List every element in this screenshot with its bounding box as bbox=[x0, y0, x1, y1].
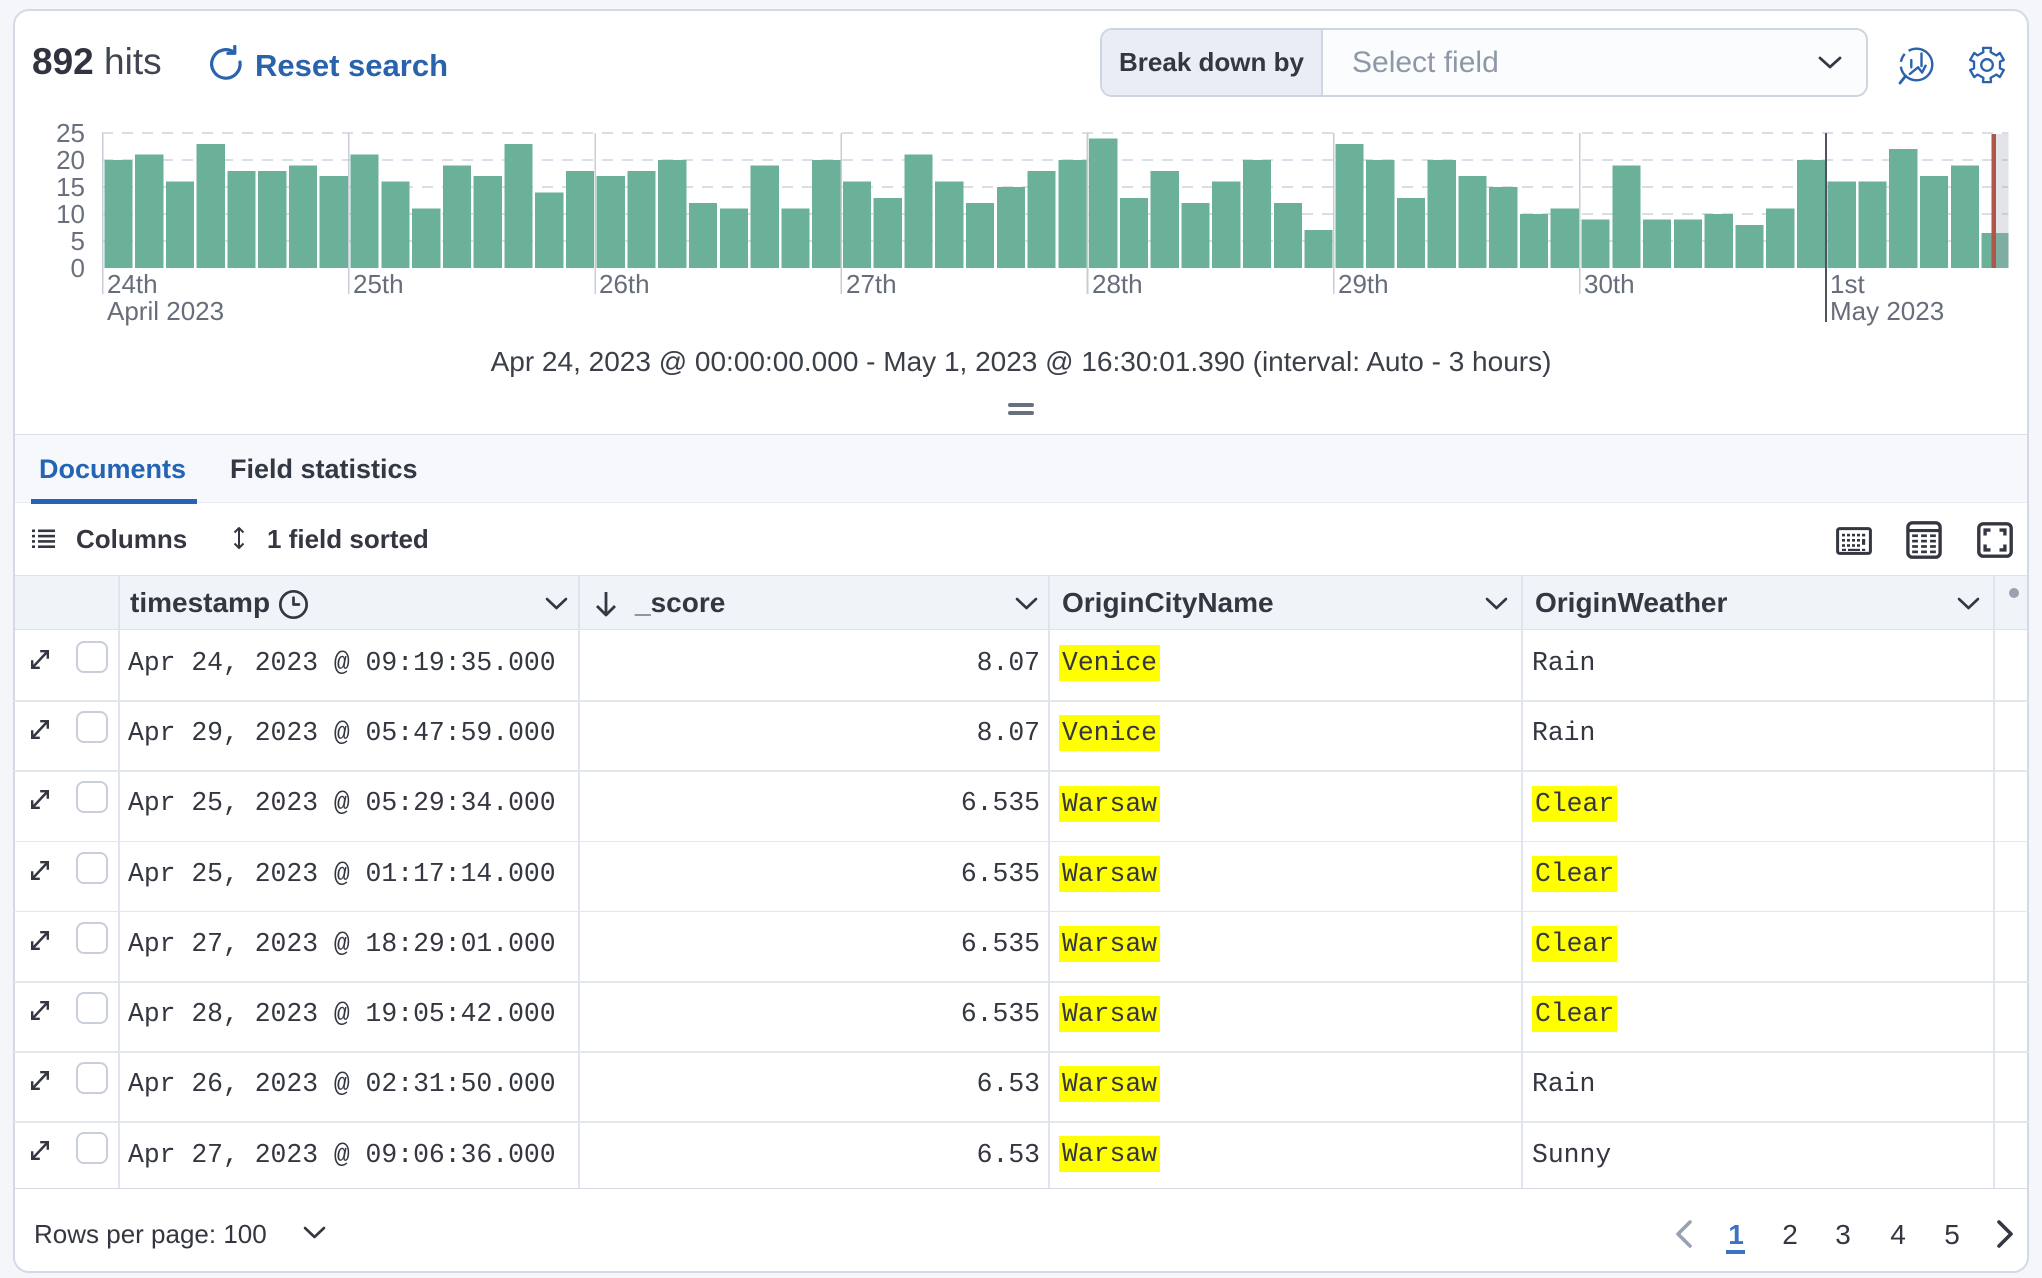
svg-text:20: 20 bbox=[56, 145, 85, 175]
svg-text:15: 15 bbox=[56, 172, 85, 202]
svg-text:5: 5 bbox=[71, 226, 85, 256]
svg-text:24th: 24th bbox=[107, 269, 158, 299]
svg-text:10: 10 bbox=[56, 199, 85, 229]
svg-text:25th: 25th bbox=[353, 269, 404, 299]
svg-text:30th: 30th bbox=[1584, 269, 1635, 299]
svg-text:May 2023: May 2023 bbox=[1830, 296, 1944, 326]
svg-text:April 2023: April 2023 bbox=[107, 296, 224, 326]
svg-text:27th: 27th bbox=[846, 269, 897, 299]
svg-text:0: 0 bbox=[71, 253, 85, 283]
svg-text:1st: 1st bbox=[1830, 269, 1865, 299]
svg-text:28th: 28th bbox=[1092, 269, 1143, 299]
svg-text:29th: 29th bbox=[1338, 269, 1389, 299]
svg-text:25: 25 bbox=[56, 118, 85, 148]
svg-text:26th: 26th bbox=[599, 269, 650, 299]
